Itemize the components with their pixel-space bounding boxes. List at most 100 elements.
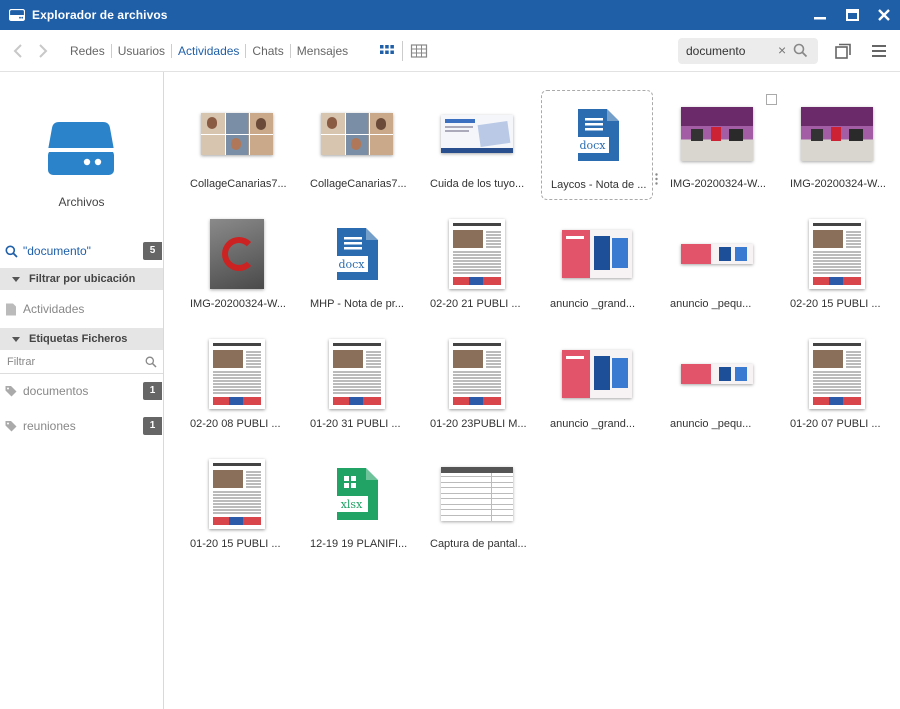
file-tile[interactable]: IMG-20200324-W... xyxy=(181,210,293,320)
file-name: anuncio _grand... xyxy=(550,298,636,310)
document-icon: docx xyxy=(576,109,619,161)
search-icon xyxy=(145,356,157,368)
file-thumbnail: docx xyxy=(301,210,413,298)
file-tile[interactable]: CollageCanarias7... xyxy=(301,90,413,200)
file-thumbnail xyxy=(301,330,413,418)
file-name: Laycos - Nota de ... xyxy=(551,179,647,191)
clear-search-button[interactable]: × xyxy=(778,42,786,58)
advertisement-thumbnail xyxy=(562,230,632,278)
file-tile[interactable]: 01-20 07 PUBLI ... xyxy=(781,330,893,440)
location-item-actividades[interactable]: Actividades xyxy=(0,298,163,320)
newspaper-thumbnail xyxy=(809,339,865,409)
more-options-icon[interactable] xyxy=(655,173,658,185)
collage-thumbnail xyxy=(201,113,273,155)
windows-icon[interactable] xyxy=(834,43,852,59)
section-tabs: Redes Usuarios Actividades Chats Mensaje… xyxy=(64,41,354,61)
tab-chats[interactable]: Chats xyxy=(245,44,289,58)
tag-filter xyxy=(0,352,163,374)
file-tile[interactable]: 01-20 23PUBLI M... xyxy=(421,330,533,440)
tag-count-badge: 1 xyxy=(143,417,162,435)
file-thumbnail xyxy=(421,90,533,178)
menu-icon[interactable] xyxy=(870,43,888,59)
file-name: CollageCanarias7... xyxy=(310,178,407,190)
maximize-button[interactable] xyxy=(836,0,868,30)
file-tile[interactable]: IMG-20200324-W... xyxy=(661,90,777,200)
file-tile[interactable]: CollageCanarias7... xyxy=(181,90,293,200)
grid-view-icon[interactable] xyxy=(379,43,395,59)
collage-thumbnail xyxy=(321,113,393,155)
minimize-button[interactable] xyxy=(804,0,836,30)
tab-usuarios[interactable]: Usuarios xyxy=(110,44,171,58)
file-name: MHP - Nota de pr... xyxy=(310,298,404,310)
file-tile[interactable]: 01-20 31 PUBLI ... xyxy=(301,330,413,440)
file-tile[interactable]: 02-20 21 PUBLI ... xyxy=(421,210,533,320)
file-thumbnail xyxy=(421,210,533,298)
select-checkbox[interactable] xyxy=(766,94,777,105)
photo-thumbnail xyxy=(210,219,264,289)
section-filter-location[interactable]: Filtrar por ubicación xyxy=(0,268,163,290)
file-name: IMG-20200324-W... xyxy=(670,178,766,190)
tab-redes[interactable]: Redes xyxy=(64,44,111,58)
file-tile[interactable]: 02-20 08 PUBLI ... xyxy=(181,330,293,440)
window-title: Explorador de archivos xyxy=(32,8,168,22)
location-item-label: Actividades xyxy=(23,302,85,316)
photo-thumbnail xyxy=(681,107,753,161)
document-icon xyxy=(6,303,16,315)
newspaper-thumbnail xyxy=(209,339,265,409)
tag-icon xyxy=(5,420,17,431)
file-name: IMG-20200324-W... xyxy=(790,178,886,190)
file-tile[interactable]: anuncio _pequ... xyxy=(661,330,773,440)
file-tile[interactable]: 01-20 15 PUBLI ... xyxy=(181,450,293,560)
file-thumbnail xyxy=(421,330,533,418)
tag-item-documentos[interactable]: documentos 1 xyxy=(0,380,163,402)
search-icon xyxy=(5,245,18,258)
newspaper-thumbnail xyxy=(449,219,505,289)
file-name: CollageCanarias7... xyxy=(190,178,287,190)
file-thumbnail xyxy=(781,330,893,418)
minimize-icon xyxy=(814,17,826,20)
file-tile[interactable]: xlsx 12-19 19 PLANIFI... xyxy=(301,450,413,560)
file-thumbnail xyxy=(541,330,653,418)
tag-filter-input[interactable] xyxy=(7,356,137,368)
file-tile[interactable]: Cuida de los tuyo... xyxy=(421,90,533,200)
forward-arrow-icon[interactable] xyxy=(36,42,50,60)
file-name: anuncio _pequ... xyxy=(670,298,752,310)
advertisement-thumbnail xyxy=(681,244,753,264)
tag-item-reuniones[interactable]: reuniones 1 xyxy=(0,415,163,437)
drive-label: Archivos xyxy=(58,195,105,209)
tab-mensajes[interactable]: Mensajes xyxy=(289,44,354,58)
file-tile[interactable]: IMG-20200324-W... xyxy=(781,90,893,200)
close-button[interactable] xyxy=(868,0,900,30)
search-term: "documento" xyxy=(23,244,91,258)
file-name: 01-20 15 PUBLI ... xyxy=(190,538,281,550)
file-tile[interactable]: 02-20 15 PUBLI ... xyxy=(781,210,893,320)
file-extension: docx xyxy=(579,139,606,152)
file-grid: CollageCanarias7... CollageCanarias7... Cu… xyxy=(165,72,900,709)
document-icon: docx xyxy=(335,228,378,280)
table-view-icon[interactable] xyxy=(410,43,428,59)
file-extension: xlsx xyxy=(341,498,363,511)
search-input[interactable] xyxy=(686,43,776,59)
file-name: 01-20 23PUBLI M... xyxy=(430,418,527,430)
tag-label: documentos xyxy=(23,384,89,398)
tab-actividades[interactable]: Actividades xyxy=(171,44,245,58)
newspaper-thumbnail xyxy=(329,339,385,409)
file-thumbnail xyxy=(301,90,413,178)
photo-thumbnail xyxy=(801,107,873,161)
search-icon[interactable] xyxy=(793,43,808,58)
file-tile[interactable]: Captura de pantal... xyxy=(421,450,533,560)
active-search-filter[interactable]: "documento" 5 xyxy=(0,240,163,262)
advertisement-thumbnail xyxy=(681,364,753,384)
file-tile[interactable]: docx Laycos - Nota de ... xyxy=(541,90,658,200)
maximize-icon xyxy=(845,9,859,21)
file-thumbnail xyxy=(781,90,893,178)
file-thumbnail: xlsx xyxy=(301,450,413,538)
file-tile[interactable]: anuncio _grand... xyxy=(541,330,653,440)
back-arrow-icon[interactable] xyxy=(11,42,25,60)
file-tile[interactable]: docx MHP - Nota de pr... xyxy=(301,210,413,320)
file-tile[interactable]: anuncio _grand... xyxy=(541,210,653,320)
file-tile[interactable]: anuncio _pequ... xyxy=(661,210,773,320)
section-file-tags[interactable]: Etiquetas Ficheros xyxy=(0,328,163,350)
advertisement-thumbnail xyxy=(562,350,632,398)
file-thumbnail xyxy=(661,330,773,418)
